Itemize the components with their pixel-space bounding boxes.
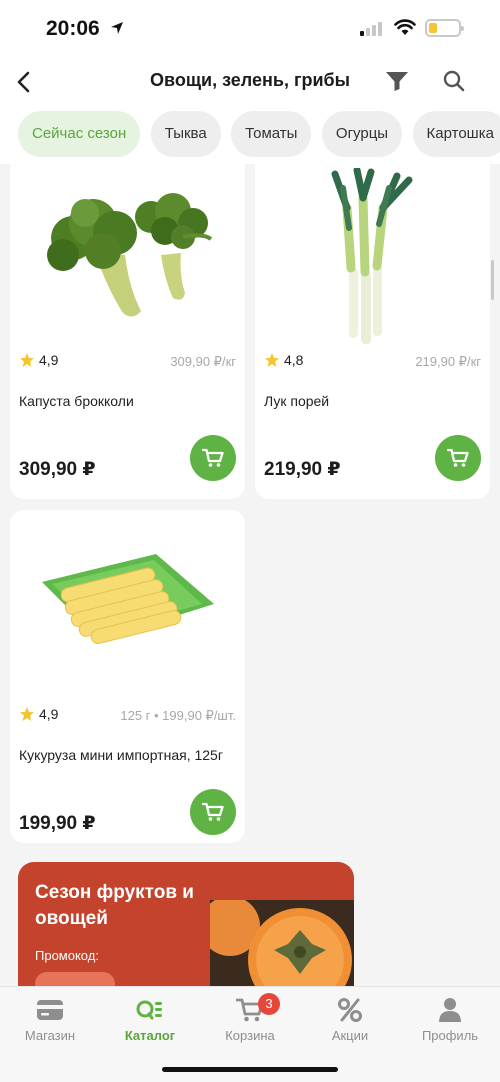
cart-icon: [447, 448, 469, 467]
product-list: 4,9 309,90 ₽/кг Капуста брокколи 309,90 …: [0, 164, 500, 986]
product-name: Кукуруза мини импортная, 125г: [19, 747, 223, 763]
promo-title: Сезон фруктов и овощей: [35, 882, 194, 929]
chip-potatoes[interactable]: Картошка: [412, 111, 500, 157]
unit-price: 125 г • 199,90 ₽/шт.: [120, 708, 236, 723]
star-icon: [265, 353, 279, 367]
header: Овощи, зелень, грибы: [0, 56, 500, 108]
rating: 4,9: [19, 352, 58, 368]
product-card-leek[interactable]: 4,8 219,90 ₽/кг Лук порей 219,90 ₽: [255, 164, 490, 499]
chip-tomatoes[interactable]: Томаты: [231, 111, 312, 157]
persimmon-image: [210, 900, 354, 986]
promo-code-badge: [35, 972, 115, 986]
chip-cucumbers[interactable]: Огурцы: [321, 111, 403, 157]
add-to-cart-button[interactable]: [435, 435, 481, 481]
unit-price: 219,90 ₽/кг: [415, 354, 481, 369]
percent-icon: [338, 998, 362, 1022]
cart-icon: [202, 802, 224, 821]
rating-value: 4,9: [39, 706, 59, 722]
battery-icon: [425, 19, 464, 37]
product-name: Капуста брокколи: [19, 393, 134, 409]
wifi-icon: [394, 19, 416, 35]
unit-price: 309,90 ₽/кг: [170, 354, 236, 369]
product-price: 199,90 ₽: [19, 813, 96, 834]
product-card-broccoli[interactable]: 4,9 309,90 ₽/кг Капуста брокколи 309,90 …: [10, 164, 245, 499]
profile-icon: [439, 998, 461, 1022]
tab-label: Акции: [331, 1028, 369, 1043]
star-icon: [20, 707, 34, 721]
cart-count-badge: 3: [258, 993, 280, 1015]
chip-pumpkin[interactable]: Тыква: [150, 111, 221, 157]
search-icon[interactable]: [442, 69, 466, 93]
home-indicator: [162, 1067, 338, 1072]
status-bar: 20:06: [0, 0, 500, 56]
tab-deals[interactable]: Акции: [300, 993, 400, 1043]
broccoli-image: [46, 193, 212, 317]
cellular-signal-icon: [360, 22, 382, 36]
filter-icon[interactable]: [385, 70, 409, 92]
card-icon: [37, 1000, 63, 1020]
page-title: Овощи, зелень, грибы: [150, 70, 350, 90]
leek-image: [331, 168, 412, 344]
tab-label: Корзина: [225, 1028, 275, 1043]
rating: 4,8: [264, 352, 303, 368]
promo-code-label: Промокод:: [35, 948, 99, 963]
tab-label: Магазин: [24, 1028, 76, 1043]
product-price: 219,90 ₽: [264, 459, 341, 480]
add-to-cart-button[interactable]: [190, 435, 236, 481]
rating-value: 4,9: [39, 352, 59, 368]
status-time: 20:06: [46, 17, 100, 40]
product-card-baby-corn[interactable]: 4,9 125 г • 199,90 ₽/шт. Кукуруза мини и…: [10, 510, 245, 843]
promo-banner[interactable]: Сезон фруктов и овощей Промокод:: [18, 862, 354, 986]
cart-icon: [202, 448, 224, 467]
category-chips: Сейчас сезон Тыква Томаты Огурцы Картошк…: [0, 108, 500, 164]
product-price: 309,90 ₽: [19, 459, 96, 480]
tab-label: Каталог: [124, 1028, 176, 1043]
product-name: Лук порей: [264, 393, 330, 409]
tab-shop[interactable]: Магазин: [0, 993, 100, 1043]
location-arrow-icon: [111, 22, 123, 34]
tab-label: Профиль: [421, 1028, 479, 1043]
tab-cart[interactable]: 3 Корзина: [200, 993, 300, 1043]
tab-profile[interactable]: Профиль: [400, 993, 500, 1043]
rating-value: 4,8: [284, 352, 304, 368]
tab-catalog[interactable]: Каталог: [100, 993, 200, 1043]
baby-corn-image: [41, 554, 214, 644]
scroll-indicator: [491, 260, 494, 300]
catalog-icon: [136, 1000, 162, 1020]
chip-season[interactable]: Сейчас сезон: [18, 111, 141, 157]
tab-bar: Магазин Каталог 3 Корзина Акции Профиль: [0, 986, 500, 1082]
rating: 4,9: [19, 706, 58, 722]
star-icon: [20, 353, 34, 367]
add-to-cart-button[interactable]: [190, 789, 236, 835]
